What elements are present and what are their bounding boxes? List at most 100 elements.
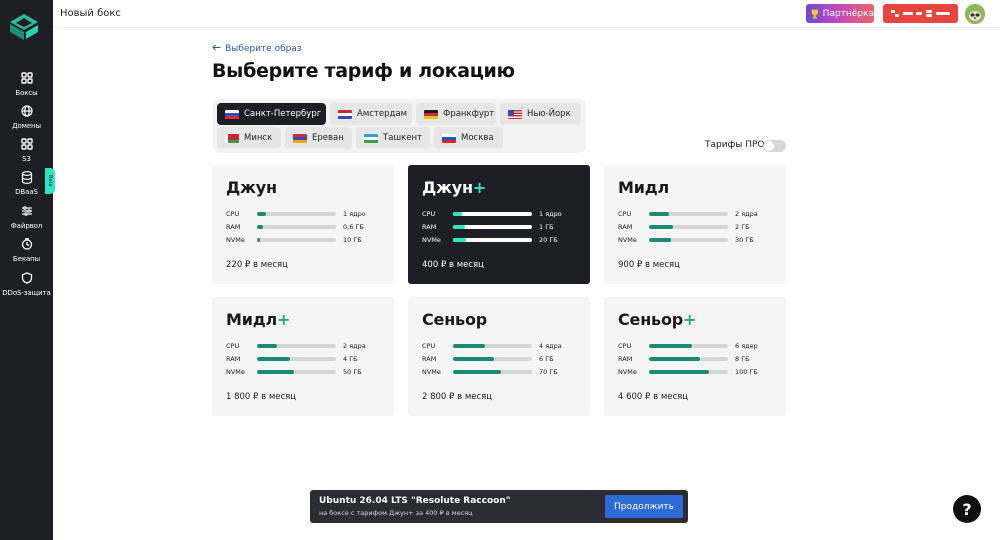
spec-bar — [453, 238, 532, 242]
location-chip-minsk[interactable]: Минск — [217, 127, 281, 149]
spec-label: RAM — [422, 355, 437, 363]
backup-clock-icon — [19, 236, 35, 252]
plan-price: 1 800 ₽ в месяц — [226, 392, 297, 402]
spec-bar-fill — [453, 238, 467, 242]
location-selector: Санкт-Петербург Амстердам Франкфурт Нью-… — [213, 99, 586, 153]
plan-name-base: Джун — [226, 178, 277, 197]
sidebar-item-label: Домены — [12, 122, 41, 130]
plan-card[interactable]: Джун+ CPU 1 ядро RAM 1 ГБ NVMe 20 ГБ 400 ₽ в ме… — [408, 165, 590, 284]
plan-name-plus: + — [683, 310, 697, 329]
spec-row-cpu: CPU 1 ядро — [422, 210, 592, 218]
partner-button[interactable]: Партнёрка — [806, 4, 874, 23]
location-chip-moscow[interactable]: Москва — [434, 127, 503, 149]
spec-value: 70 ГБ — [539, 368, 558, 376]
spec-label: NVMe — [618, 368, 637, 376]
uzbekistan-flag-icon — [364, 133, 378, 143]
spec-bar-fill — [453, 344, 485, 348]
spec-value: 8 ГБ — [735, 355, 750, 363]
balance-button[interactable] — [883, 4, 958, 23]
plan-name: Мидл — [618, 178, 669, 197]
sidebar-item-label: Боксы — [15, 89, 38, 97]
spec-value: 4 ГБ — [343, 355, 358, 363]
sidebar-item-label: Бекапы — [12, 255, 41, 263]
location-chip-new-york[interactable]: Нью-Йорк — [500, 103, 581, 125]
spec-value: 4 ядра — [539, 342, 562, 350]
location-chip-yerevan[interactable]: Ереван — [285, 127, 352, 149]
location-label: Нью-Йорк — [527, 109, 571, 119]
sidebar-item-backups[interactable]: Бекапы — [0, 236, 53, 263]
plan-price: 220 ₽ в месяц — [226, 260, 288, 270]
spec-bar — [257, 225, 336, 229]
spec-bar-fill — [257, 238, 261, 242]
spec-label: CPU — [226, 210, 240, 218]
spec-bar — [453, 212, 532, 216]
sidebar: Боксы Домены S3 DBaaS Beta Файрвол Бекап… — [0, 0, 55, 540]
spec-row-nvme: NVMe 10 ГБ — [226, 236, 396, 244]
plan-name-base: Джун — [422, 178, 473, 197]
plan-name-base: Сеньор — [422, 310, 488, 329]
netherlands-flag-icon — [338, 109, 352, 119]
sidebar-item-boxes[interactable]: Боксы — [0, 70, 53, 97]
spec-bar-fill — [257, 344, 277, 348]
spec-bar — [649, 238, 728, 242]
help-button[interactable]: ? — [953, 495, 981, 523]
spec-row-ram: RAM 2 ГБ — [618, 223, 788, 231]
page-title: Выберите тариф и локацию — [212, 60, 515, 82]
spec-value: 6 ГБ — [539, 355, 554, 363]
spec-row-cpu: CPU 4 ядра — [422, 342, 592, 350]
spec-row-ram: RAM 6 ГБ — [422, 355, 592, 363]
spec-bar-fill — [453, 212, 462, 216]
plan-card[interactable]: Сеньор CPU 4 ядра RAM 6 ГБ NVMe 70 ГБ 2 800 ₽ в… — [408, 297, 590, 416]
spec-label: CPU — [422, 210, 436, 218]
spec-value: 6 ядер — [735, 342, 758, 350]
plan-card[interactable]: Мидл CPU 2 ядра RAM 2 ГБ NVMe 30 ГБ 900 ₽ в мес… — [604, 165, 786, 284]
location-label: Франкфурт — [443, 109, 495, 119]
spec-value: 30 ГБ — [735, 236, 754, 244]
plan-name: Мидл+ — [226, 310, 290, 329]
spec-bar-fill — [453, 370, 502, 374]
sidebar-item-label: DDoS-защита — [2, 289, 51, 297]
spec-label: RAM — [422, 223, 437, 231]
spec-bar — [257, 357, 336, 361]
location-label: Амстердам — [357, 109, 407, 119]
sidebar-item-domains[interactable]: Домены — [0, 103, 53, 130]
window-title: Новый бокс — [60, 8, 121, 19]
location-label: Минск — [244, 133, 273, 143]
spec-bar-fill — [257, 212, 266, 216]
avatar[interactable] — [965, 4, 985, 24]
plan-card[interactable]: Сеньор+ CPU 6 ядер RAM 8 ГБ NVMe 100 ГБ 4 600 ₽… — [604, 297, 786, 416]
database-icon — [19, 169, 35, 185]
sidebar-item-ddos[interactable]: DDoS-защита — [0, 270, 53, 297]
spec-label: NVMe — [226, 236, 245, 244]
sidebar-item-firewall[interactable]: Файрвол — [0, 203, 53, 230]
plan-name: Джун — [226, 178, 277, 197]
location-chip-amsterdam[interactable]: Амстердам — [330, 103, 412, 125]
plan-name-plus: + — [472, 178, 487, 197]
location-chip-frankfurt[interactable]: Франкфурт — [416, 103, 496, 125]
plan-name: Джун+ — [422, 178, 486, 197]
location-chip-tashkent[interactable]: Ташкент — [356, 127, 430, 149]
continue-button[interactable]: Продолжить — [605, 495, 683, 518]
plan-name-base: Мидл — [226, 310, 277, 329]
spec-value: 2 ядра — [735, 210, 758, 218]
plan-card[interactable]: Мидл+ CPU 2 ядра RAM 4 ГБ NVMe 50 ГБ 1 800 ₽ в … — [212, 297, 394, 416]
sidebar-item-s3[interactable]: S3 — [0, 136, 53, 163]
spec-row-nvme: NVMe 20 ГБ — [422, 236, 592, 244]
location-chip-saint-petersburg[interactable]: Санкт-Петербург — [217, 103, 326, 125]
spec-bar — [649, 225, 728, 229]
spec-row-nvme: NVMe 30 ГБ — [618, 236, 788, 244]
sidebar-item-label: S3 — [22, 155, 31, 163]
spec-value: 1 ядро — [343, 210, 366, 218]
spec-bar-fill — [649, 225, 673, 229]
spec-label: RAM — [226, 355, 241, 363]
pro-plans-toggle[interactable] — [763, 140, 786, 152]
spec-bar — [453, 370, 532, 374]
plan-card[interactable]: Джун CPU 1 ядро RAM 0,6 ГБ NVMe 10 ГБ 220 ₽ в м… — [212, 165, 394, 284]
sidebar-item-label: Файрвол — [10, 222, 43, 230]
storage-icon — [19, 136, 35, 152]
spec-bar-fill — [649, 212, 669, 216]
back-link[interactable]: Выберите образ — [212, 44, 302, 54]
spec-value: 10 ГБ — [343, 236, 362, 244]
location-label: Москва — [461, 133, 494, 143]
logo-icon[interactable] — [6, 10, 42, 42]
